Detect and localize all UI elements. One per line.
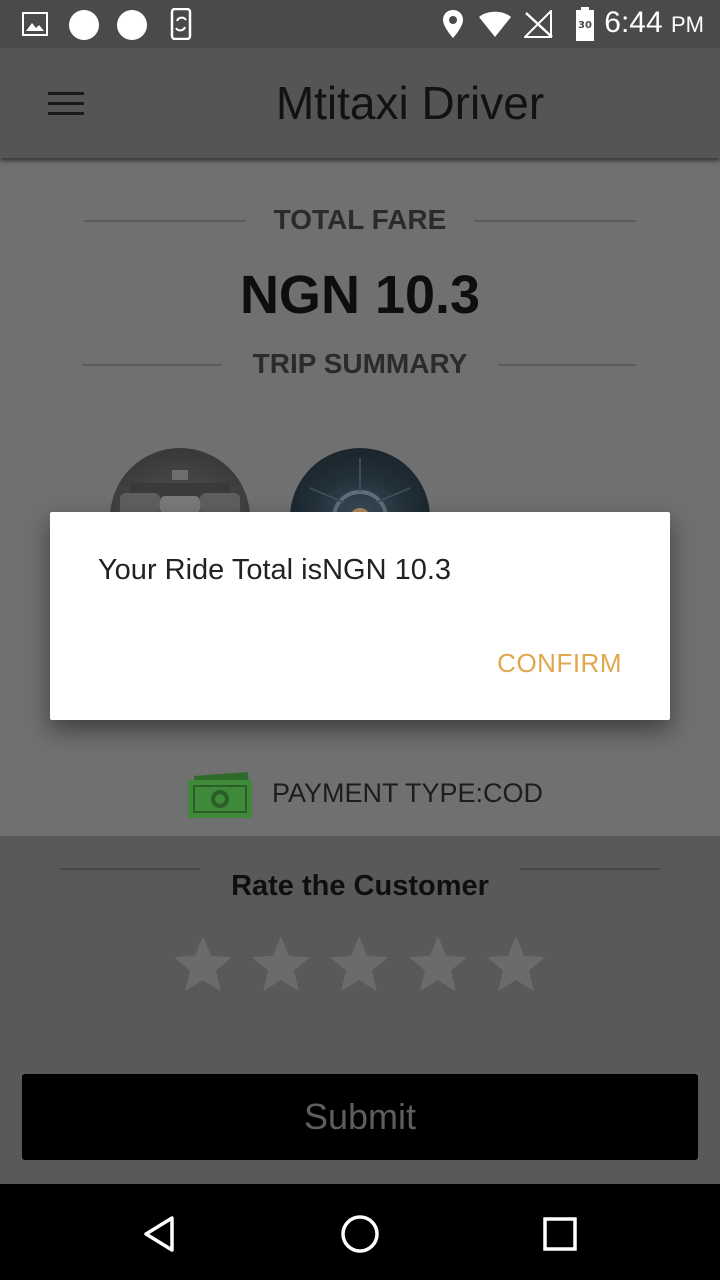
trip-summary-label: TRIP SUMMARY: [252, 348, 468, 379]
status-bar: 30 6:44 PM: [0, 0, 720, 48]
rating-section: Rate the Customer Submit: [0, 836, 720, 1184]
image-icon: [22, 12, 48, 36]
status-time: 6:44 PM: [604, 6, 704, 40]
app-title: Mtitaxi Driver: [275, 77, 545, 129]
submit-button[interactable]: Submit: [22, 1074, 698, 1160]
total-fare-label: TOTAL FARE: [273, 204, 447, 235]
clock-ampm: PM: [671, 12, 704, 37]
cash-icon: [188, 772, 252, 818]
confirm-button[interactable]: CONFIRM: [497, 648, 622, 679]
rate-customer-title: Rate the Customer: [231, 870, 489, 902]
fare-amount: NGN 10.3: [239, 265, 481, 325]
circle-icon: [69, 10, 99, 40]
star-icon[interactable]: [483, 932, 549, 998]
circle-icon: [117, 10, 147, 40]
location-icon: [443, 10, 463, 38]
trip-summary-content: TOTAL FARE NGN 10.3 TRIP SUMMARY PAYMENT…: [0, 158, 720, 836]
wifi-icon: [479, 11, 511, 37]
navigation-bar: [0, 1184, 720, 1280]
clock-time: 6:44: [604, 6, 663, 39]
dialog-message: Your Ride Total isNGN 10.3: [98, 554, 452, 586]
battery-icon: 30: [576, 7, 594, 41]
star-rating: [170, 932, 550, 1012]
no-signal-icon: [524, 10, 553, 38]
star-icon[interactable]: [170, 932, 236, 998]
ride-total-dialog: Your Ride Total isNGN 10.3 CONFIRM: [50, 512, 670, 720]
recents-icon[interactable]: [538, 1212, 582, 1256]
star-icon[interactable]: [248, 932, 314, 998]
app-bar: Mtitaxi Driver: [0, 48, 720, 158]
phone-sync-icon: [170, 8, 192, 40]
payment-type-text: PAYMENT TYPE:COD: [272, 778, 544, 808]
star-icon[interactable]: [405, 932, 471, 998]
star-icon[interactable]: [326, 932, 392, 998]
back-icon[interactable]: [138, 1212, 182, 1256]
home-icon[interactable]: [338, 1212, 382, 1256]
battery-level: 30: [578, 20, 592, 31]
